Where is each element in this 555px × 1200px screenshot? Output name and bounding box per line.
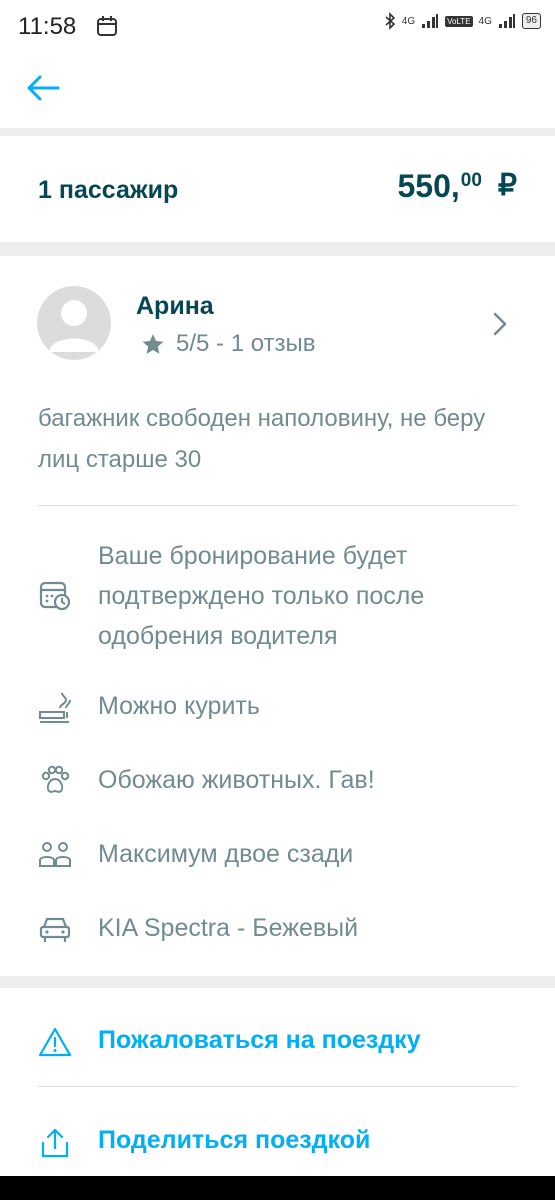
feature-text: KIA Spectra - Бежевый: [98, 914, 359, 942]
paw-icon: [41, 765, 70, 793]
share-icon: [41, 1128, 69, 1158]
trip-price: 550, 00 ₽: [397, 168, 517, 205]
section-divider: [0, 976, 555, 988]
section-divider: [0, 128, 555, 136]
volte-badge: VoLTE: [445, 15, 473, 27]
share-trip-button[interactable]: Поделиться поездкой: [0, 1104, 555, 1178]
feature-booking-approval: Ваше бронирование будет подтверждено тол…: [0, 536, 555, 656]
bluetooth-icon: [385, 12, 395, 30]
feature-max-two-back: Максимум двое сзади: [0, 834, 555, 878]
share-trip-label: Поделиться поездкой: [98, 1126, 371, 1154]
status-indicators: 4G VoLTE 4G 96: [384, 12, 541, 30]
driver-profile-row[interactable]: Арина 5/5 - 1 отзыв: [0, 258, 555, 388]
driver-rating: 5/5 - 1 отзыв: [140, 330, 316, 358]
calendar-status-icon: [97, 16, 117, 36]
report-trip-label: Пожаловаться на поездку: [98, 1026, 421, 1054]
price-main: 550,: [397, 168, 460, 204]
feature-text: Максимум двое сзади: [98, 840, 354, 868]
driver-name: Арина: [136, 292, 214, 320]
status-bar: 11:58 4G VoLTE 4G 96: [0, 0, 555, 52]
car-icon: [39, 917, 71, 942]
feature-pets: Обожаю животных. Гав!: [0, 760, 555, 804]
network-label-2: 4G: [478, 15, 492, 27]
signal-icon-2: [498, 14, 515, 28]
price-cents: 00: [460, 170, 482, 191]
avatar: [37, 286, 111, 360]
chevron-right-icon: [493, 312, 507, 336]
driver-comment: багажник свободен наполовину, не беру ли…: [38, 405, 486, 473]
battery-indicator: 96: [521, 13, 541, 29]
star-icon: [142, 333, 164, 354]
price-summary: 1 пассажир 550, 00 ₽: [0, 136, 555, 242]
top-app-bar: [0, 52, 555, 128]
warning-icon: [38, 1027, 72, 1057]
calendar-clock-icon: [39, 581, 71, 611]
divider-line: [38, 505, 517, 506]
feature-text: Ваше бронирование будет подтверждено тол…: [98, 542, 425, 650]
report-trip-button[interactable]: Пожаловаться на поездку: [0, 1004, 555, 1078]
feature-smoking: Можно курить: [0, 686, 555, 730]
currency-symbol: ₽: [497, 169, 517, 202]
rating-text: 5/5 - 1 отзыв: [176, 330, 316, 357]
user-placeholder-icon: [49, 300, 99, 352]
system-navigation-bar: [0, 1176, 555, 1200]
feature-text: Обожаю животных. Гав!: [98, 766, 375, 794]
back-arrow-icon[interactable]: [24, 68, 64, 108]
feature-text: Можно курить: [98, 692, 260, 720]
feature-car: KIA Spectra - Бежевый: [0, 908, 555, 952]
passenger-count: 1 пассажир: [38, 176, 179, 204]
two-persons-icon: [39, 842, 71, 867]
smoking-icon: [39, 692, 71, 723]
section-divider: [0, 242, 555, 256]
status-time: 11:58: [18, 13, 77, 40]
network-label-1: 4G: [401, 15, 416, 27]
divider-line: [38, 1086, 517, 1087]
signal-icon-1: [422, 14, 439, 28]
